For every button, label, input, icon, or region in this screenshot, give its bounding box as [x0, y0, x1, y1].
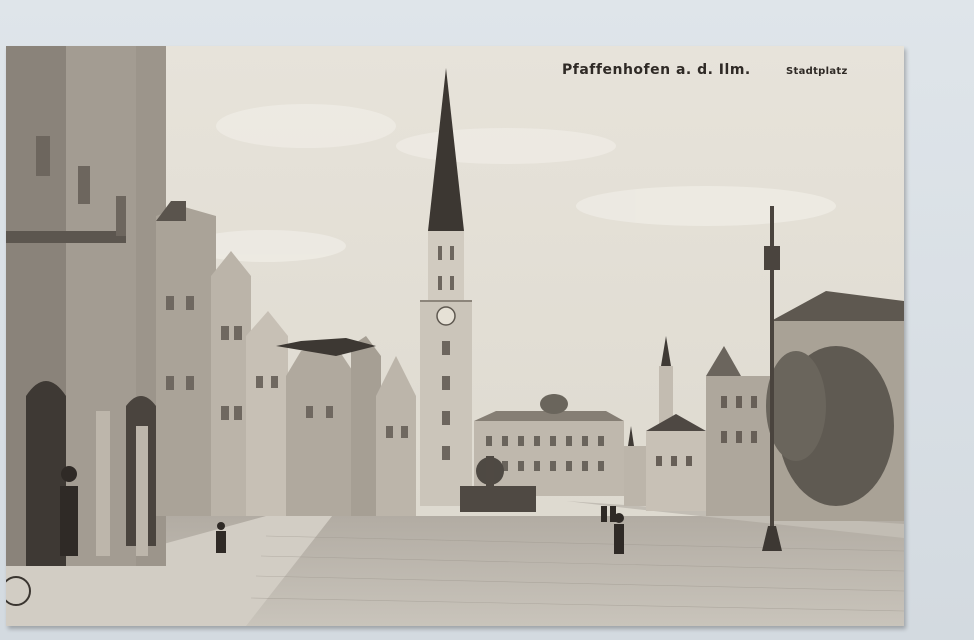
postcard-title: Pfaffenhofen a. d. Ilm. [562, 62, 751, 78]
postcard-place-name: Stadtplatz [786, 66, 848, 77]
town-square-photo [6, 46, 904, 626]
postcard: Pfaffenhofen a. d. Ilm. Stadtplatz [6, 46, 904, 626]
